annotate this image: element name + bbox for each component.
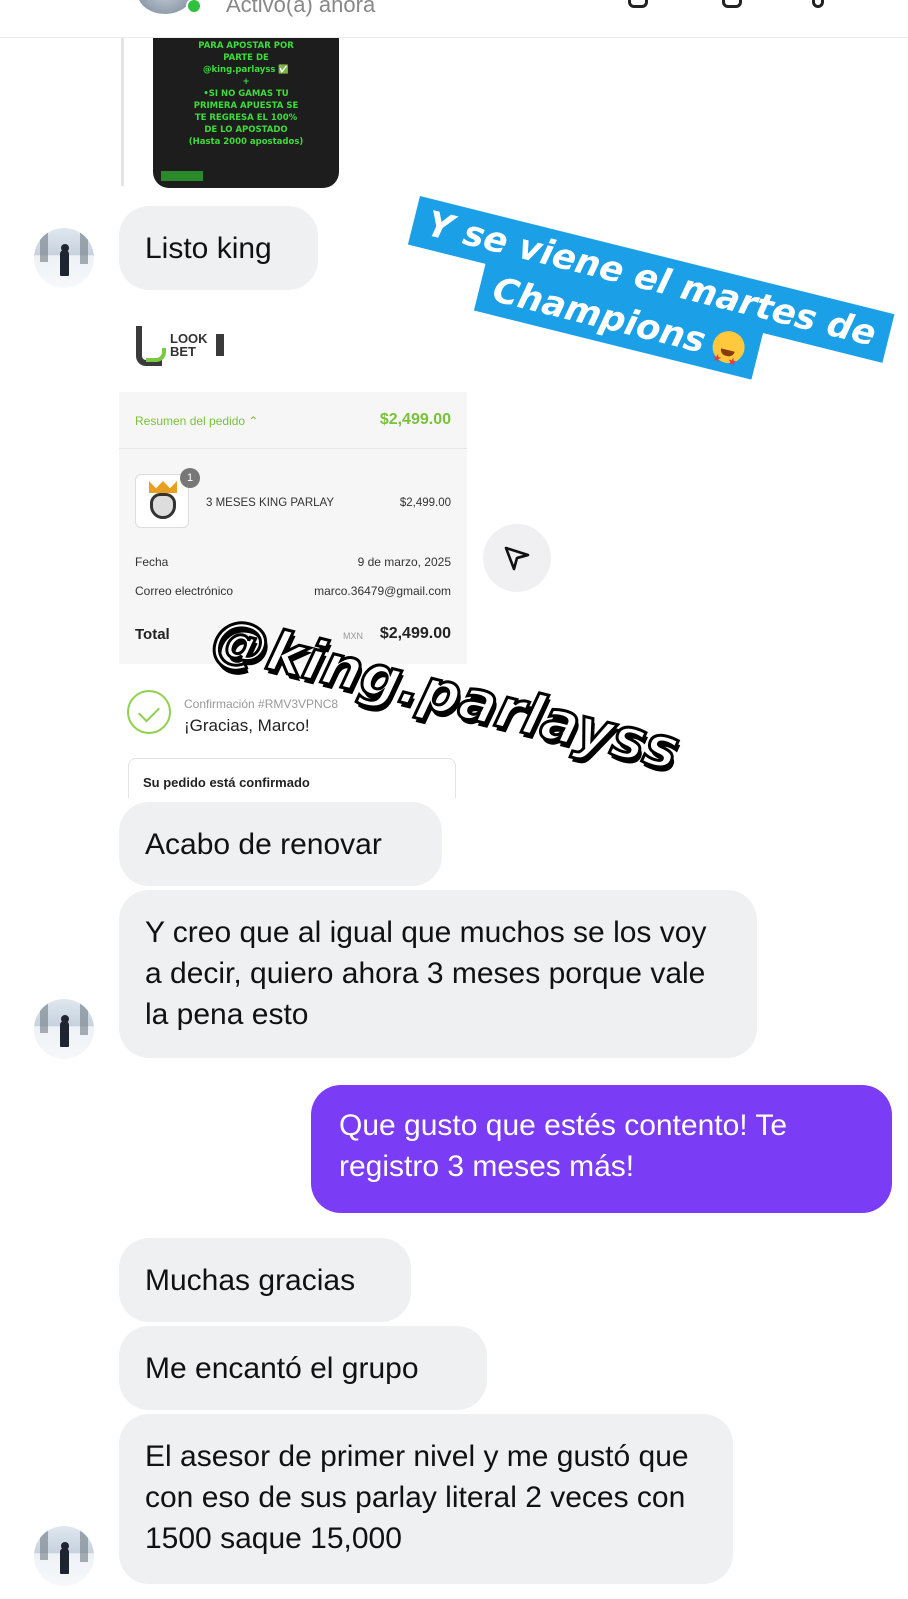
thank-you-text: ¡Gracias, Marco! [184, 716, 310, 735]
contact-avatar[interactable] [138, 0, 192, 14]
total-value: $2,499.00 [379, 625, 451, 642]
message-text: Listo king [145, 231, 272, 265]
quantity-badge: 1 [180, 468, 200, 488]
king-face-icon [150, 493, 176, 519]
message-text: El asesor de primer nivel y me gustó que… [145, 1440, 689, 1555]
promo-line: (Hasta 2000 apostados) [188, 137, 304, 147]
sender-avatar[interactable] [34, 228, 94, 288]
message-incoming[interactable]: Acabo de renovar [119, 802, 442, 886]
receipt-divider [119, 448, 467, 449]
shared-post-image[interactable]: PARA APOSTAR POR PARTE DE @king.parlayss… [153, 38, 339, 188]
share-button[interactable] [483, 524, 551, 592]
check-circle-icon [127, 690, 171, 734]
date-label: Fecha [135, 555, 169, 569]
message-incoming[interactable]: El asesor de primer nivel y me gustó que… [119, 1414, 733, 1584]
message-text: Que gusto que estés contento! Te registr… [339, 1109, 788, 1183]
email-value: marco.36479@gmail.com [314, 584, 451, 598]
promo-line: PARA APOSTAR POR [198, 41, 294, 51]
date-value: 9 de marzo, 2025 [357, 555, 451, 569]
logo-text-bet: BET [170, 344, 196, 359]
message-outgoing[interactable]: Que gusto que estés contento! Te registr… [311, 1085, 892, 1213]
message-incoming[interactable]: Me encantó el grupo [119, 1326, 487, 1410]
message-text: Acabo de renovar [145, 827, 382, 861]
promo-line: + [242, 77, 250, 87]
promo-line: TE REGRESA EL 100% [194, 113, 298, 123]
promo-line: DE LO APOSTADO [204, 125, 288, 135]
message-text: Me encantó el grupo [145, 1351, 419, 1385]
message-incoming[interactable]: Listo king [119, 206, 318, 290]
email-label: Correo electrónico [135, 584, 234, 598]
crown-icon [149, 481, 177, 493]
message-text: Muchas gracias [145, 1263, 356, 1297]
send-icon [504, 546, 530, 571]
sender-avatar[interactable] [34, 1526, 94, 1586]
order-confirmed-text: Su pedido está confirmado [143, 775, 310, 790]
sender-avatar[interactable] [34, 999, 94, 1059]
reply-thread-line [121, 38, 124, 186]
total-label: Total [135, 626, 170, 643]
chat-header: Activo(a) ahora [0, 0, 908, 38]
promo-line: •SI NO GAMAS TU [203, 89, 289, 99]
contact-status: Activo(a) ahora [226, 0, 376, 17]
lookbet-logo: LOOK BET [136, 326, 236, 370]
message-incoming[interactable]: Y creo que al igual que muchos se los vo… [119, 890, 757, 1058]
confirmation-number: Confirmación #RMV3VPNC8 [184, 697, 339, 711]
promo-line: PRIMERA APUESTA SE [193, 101, 299, 111]
video-icon[interactable] [722, 0, 742, 8]
order-summary-total: $2,499.00 [379, 411, 451, 428]
info-icon[interactable] [812, 0, 824, 8]
promo-badge [161, 171, 203, 181]
promo-line: PARTE DE [223, 53, 269, 63]
star-struck-emoji-icon [708, 327, 748, 367]
call-icon[interactable] [628, 0, 648, 8]
order-summary-label: Resumen del pedido ⌃ [135, 414, 259, 428]
champions-sticker: Y se viene el martes de Champions [396, 196, 895, 401]
message-incoming[interactable]: Muchas gracias [119, 1238, 411, 1322]
promo-line: @king.parlayss ✅ [202, 65, 290, 75]
online-indicator-icon [186, 0, 202, 14]
message-text: Y creo que al igual que muchos se los vo… [145, 916, 707, 1031]
product-name: 3 MESES KING PARLAY [206, 497, 335, 509]
order-confirmed-box: Su pedido está confirmado [128, 758, 456, 798]
product-price: $2,499.00 [399, 497, 451, 509]
